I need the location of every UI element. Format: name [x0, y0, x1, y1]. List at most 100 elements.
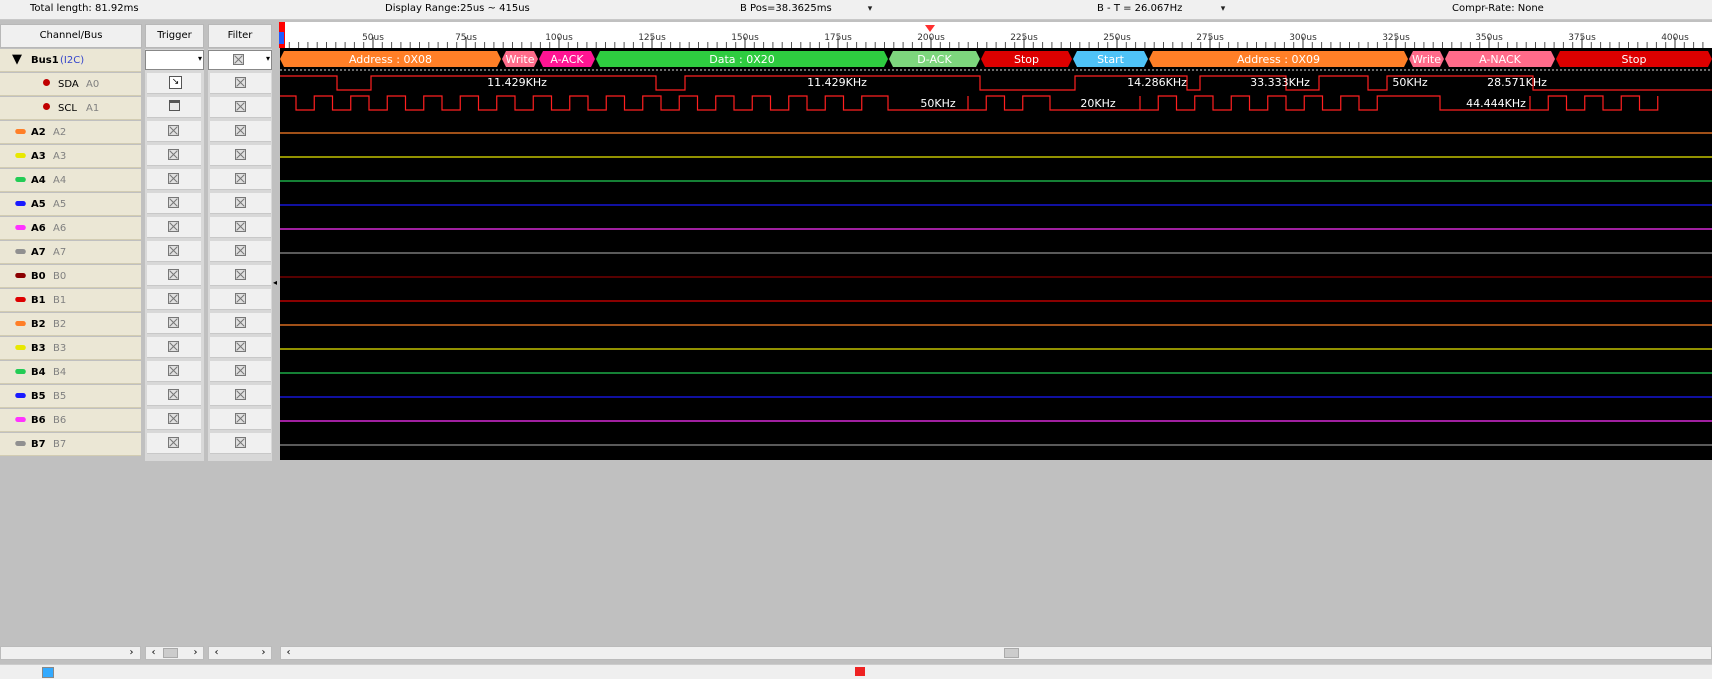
trigger-cell-b5[interactable] — [147, 385, 201, 406]
filter-cell-b0[interactable] — [210, 265, 271, 286]
cursor-marker-icon[interactable] — [279, 32, 284, 44]
filter-x-icon — [234, 77, 246, 88]
channel-row-b6[interactable]: B6 B6 — [0, 409, 141, 432]
trigger-cell-scl[interactable] — [147, 97, 201, 118]
trigger-cell-b7[interactable] — [147, 433, 201, 454]
channel-row-b3[interactable]: B3 B3 — [0, 337, 141, 360]
channel-sub-label: A3 — [53, 151, 67, 162]
channel-name: A2 — [31, 127, 46, 138]
decode-label: Write — [1412, 53, 1441, 66]
trigger-cell-b1[interactable] — [147, 289, 201, 310]
filter-x-icon — [234, 293, 246, 304]
channel-sub-label: B3 — [53, 343, 67, 354]
filter-x-icon — [234, 197, 246, 208]
trigger-cell-b2[interactable] — [147, 313, 201, 334]
channel-bus-header: Channel/Bus — [0, 24, 142, 48]
chevron-down-icon[interactable]: ▾ — [266, 54, 270, 63]
trigger-cell-a7[interactable] — [147, 241, 201, 262]
bus1-row[interactable]: ▼ Bus1 (I2C) — [0, 49, 141, 72]
marker-t-icon[interactable] — [855, 667, 865, 676]
filter-cell-a2[interactable] — [210, 121, 271, 142]
splitter-handle-icon[interactable]: ◂ — [273, 278, 277, 287]
trigger-header: Trigger — [145, 24, 204, 48]
filter-cell-b1[interactable] — [210, 289, 271, 310]
ruler-label: 350us — [1475, 33, 1503, 43]
channel-hscroll[interactable]: › — [0, 646, 141, 660]
sda-frequency-label: 28.571KHz — [1487, 76, 1547, 89]
channel-row-a5[interactable]: A5 A5 — [0, 193, 141, 216]
trigger-column: ▾ ↘ — [145, 49, 204, 461]
channel-sub-label: B2 — [53, 319, 67, 330]
scroll-thumb[interactable] — [1004, 648, 1019, 658]
channel-row-a7[interactable]: A7 A7 — [0, 241, 141, 264]
trigger-hscroll[interactable]: ‹ › — [145, 646, 204, 660]
scroll-right-icon[interactable]: › — [189, 647, 202, 659]
waveform-hscroll[interactable]: ‹ — [280, 646, 1712, 660]
channel-row-a4[interactable]: A4 A4 — [0, 169, 141, 192]
filter-cell-b2[interactable] — [210, 313, 271, 334]
filter-cell-b7[interactable] — [210, 433, 271, 454]
trigger-cell-a5[interactable] — [147, 193, 201, 214]
filter-x-icon — [234, 317, 246, 328]
probe-dot-icon — [43, 103, 50, 110]
filter-cell-b6[interactable] — [210, 409, 271, 430]
collapse-triangle-icon[interactable]: ▼ — [12, 52, 22, 67]
filter-cell-a7[interactable] — [210, 241, 271, 262]
marker-b-icon[interactable] — [42, 667, 54, 678]
scroll-right-icon[interactable]: › — [125, 647, 138, 659]
channel-row-b2[interactable]: B2 B2 — [0, 313, 141, 336]
trigger-cell-a4[interactable] — [147, 169, 201, 190]
filter-hscroll[interactable]: ‹ › — [208, 646, 272, 660]
channel-row-b5[interactable]: B5 B5 — [0, 385, 141, 408]
trigger-cell-b3[interactable] — [147, 337, 201, 358]
b-minus-t-dropdown-icon[interactable]: ▾ — [1217, 2, 1229, 16]
filter-cell-b3[interactable] — [210, 337, 271, 358]
channel-row-b4[interactable]: B4 B4 — [0, 361, 141, 384]
channel-probe-icon — [14, 441, 27, 446]
channel-row-scl[interactable]: SCL A1 — [0, 97, 141, 120]
filter-cell-a5[interactable] — [210, 193, 271, 214]
channel-row-sda[interactable]: SDA A0 — [0, 73, 141, 96]
filter-x-icon — [234, 341, 246, 352]
waveform-area[interactable]: Address : 0X08 Write A-ACK Data : 0X20 D-ACK… — [280, 48, 1712, 460]
channel-row-b7[interactable]: B7 B7 — [0, 433, 141, 456]
filter-cell-b4[interactable] — [210, 361, 271, 382]
channel-row-b0[interactable]: B0 B0 — [0, 265, 141, 288]
channel-probe-icon — [14, 417, 27, 422]
trigger-cell-b4[interactable] — [147, 361, 201, 382]
decode-label: Start — [1097, 53, 1125, 66]
time-ruler[interactable]: 50us 75us 100us 125us 150us 175us 200us 225us 25… — [279, 22, 1712, 49]
channel-row-a3[interactable]: A3 A3 — [0, 145, 141, 168]
trigger-cell-b6[interactable] — [147, 409, 201, 430]
channel-row-b1[interactable]: B1 B1 — [0, 289, 141, 312]
channel-sub-label: B7 — [53, 439, 67, 450]
chevron-down-icon[interactable]: ▾ — [198, 54, 202, 63]
scroll-left-icon[interactable]: ‹ — [147, 647, 160, 659]
scroll-left-icon[interactable]: ‹ — [282, 647, 295, 659]
channel-probe-icon — [14, 369, 27, 374]
b-pos-label: B Pos=38.3625ms — [740, 3, 832, 14]
channel-name: SCL — [58, 103, 77, 114]
scroll-thumb[interactable] — [163, 648, 178, 658]
channel-row-a2[interactable]: A2 A2 — [0, 121, 141, 144]
filter-cell-a3[interactable] — [210, 145, 271, 166]
filter-cell-scl[interactable] — [210, 97, 271, 118]
bus-trigger-combo[interactable]: ▾ — [145, 50, 204, 70]
probe-dot-icon — [43, 79, 50, 86]
filter-cell-sda[interactable] — [210, 73, 271, 94]
bus-filter-combo[interactable]: ▾ — [208, 50, 272, 70]
trigger-cell-a3[interactable] — [147, 145, 201, 166]
trigger-position-icon[interactable] — [925, 25, 935, 32]
scroll-right-icon[interactable]: › — [257, 647, 270, 659]
trigger-cell-a6[interactable] — [147, 217, 201, 238]
trigger-cell-sda[interactable]: ↘ — [147, 73, 201, 94]
trigger-cell-b0[interactable] — [147, 265, 201, 286]
trigger-cell-a2[interactable] — [147, 121, 201, 142]
channel-name: B1 — [31, 295, 46, 306]
filter-cell-a4[interactable] — [210, 169, 271, 190]
channel-row-a6[interactable]: A6 A6 — [0, 217, 141, 240]
scroll-left-icon[interactable]: ‹ — [210, 647, 223, 659]
filter-cell-a6[interactable] — [210, 217, 271, 238]
filter-cell-b5[interactable] — [210, 385, 271, 406]
b-pos-dropdown-icon[interactable]: ▾ — [864, 2, 876, 16]
